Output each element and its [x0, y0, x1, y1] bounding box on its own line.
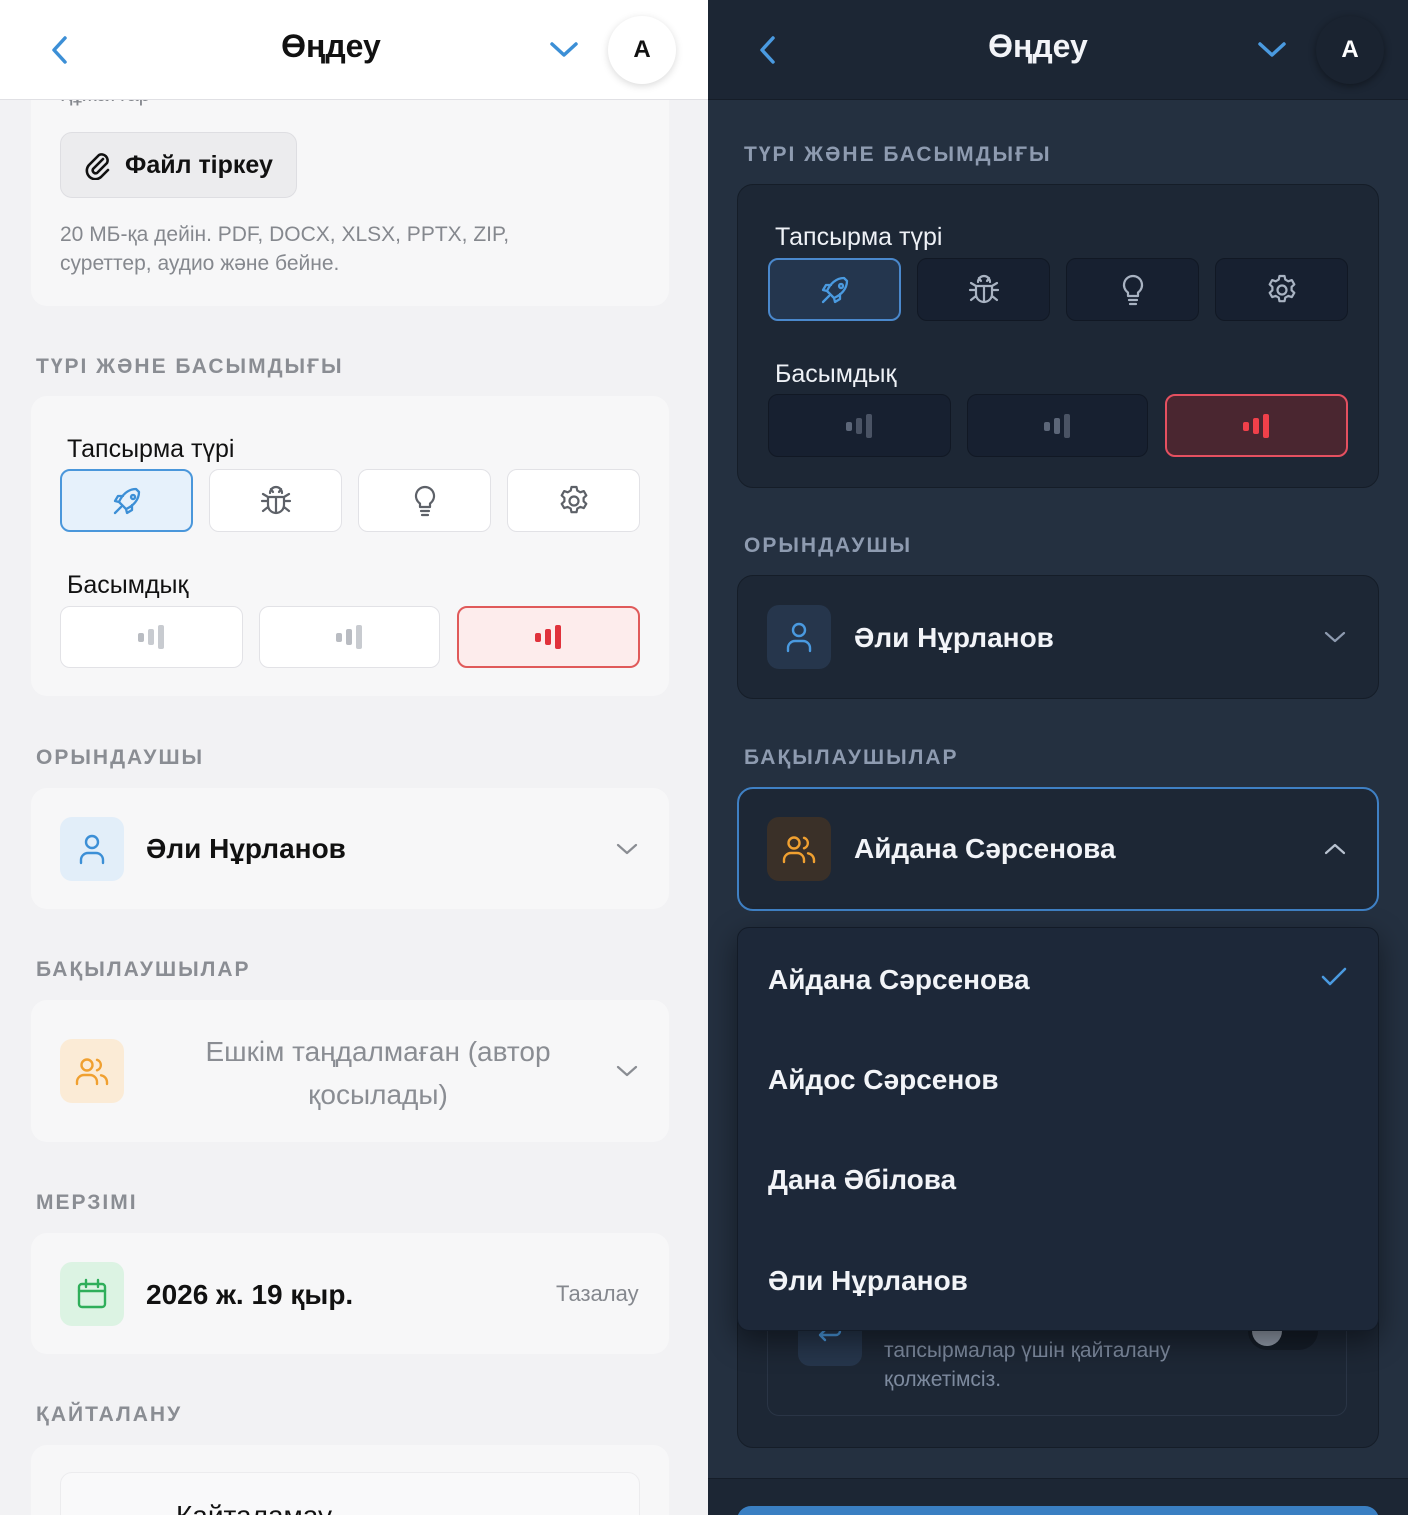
observers-icon-box	[60, 1039, 124, 1103]
observer-option-2[interactable]: Айдос Сәрсенов	[768, 1064, 999, 1096]
assignee-section-label: ОРЫНДАУШЫ	[36, 746, 205, 769]
chevron-up-icon	[1324, 843, 1346, 855]
collapse-button[interactable]	[546, 32, 582, 68]
task-type-settings[interactable]	[507, 469, 640, 532]
observer-option-4[interactable]: Әли Нұрланов	[768, 1265, 968, 1297]
task-type-idea[interactable]	[358, 469, 491, 532]
paperclip-icon	[85, 153, 110, 180]
assignee-section-label: ОРЫНДАУШЫ	[744, 534, 913, 557]
deadline-section-label: МЕРЗІМІ	[36, 1191, 138, 1214]
observers-chevron	[612, 1056, 642, 1086]
priority-low-icon	[845, 413, 872, 438]
priority-high-icon	[1242, 413, 1269, 438]
chevron-down-icon	[1258, 42, 1286, 57]
priority-medium[interactable]	[967, 394, 1148, 457]
users-icon	[782, 836, 816, 864]
check-icon	[1321, 967, 1347, 986]
task-type-label: Тапсырма түрі	[67, 435, 235, 463]
deadline-icon-box	[60, 1262, 124, 1326]
bug-icon	[260, 485, 291, 514]
assignee-chevron	[612, 834, 642, 864]
user-icon	[79, 834, 105, 865]
repeat-option-label: Қайталамау	[176, 1500, 332, 1515]
rocket-icon	[821, 276, 848, 303]
save-button[interactable]	[737, 1506, 1379, 1515]
priority-low[interactable]	[768, 394, 951, 457]
priority-high-icon	[534, 625, 561, 649]
observers-section-label: БАҚЫЛАУШЫЛАР	[744, 746, 959, 769]
task-type-bug[interactable]	[209, 469, 342, 532]
priority-high[interactable]	[1165, 394, 1348, 457]
chevron-down-icon	[1324, 631, 1346, 643]
priority-high[interactable]	[457, 606, 640, 668]
assignee-select[interactable]	[737, 575, 1379, 699]
user-icon	[786, 622, 812, 653]
repeat-disabled-hint: тапсырмалар үшін қайталану қолжетімсіз.	[884, 1339, 1171, 1391]
gear-icon	[1268, 274, 1295, 302]
gear-icon	[560, 485, 587, 513]
observers-chevron	[1320, 834, 1350, 864]
priority-medium[interactable]	[259, 606, 440, 668]
task-type-settings[interactable]	[1215, 258, 1348, 321]
priority-low[interactable]	[60, 606, 243, 668]
assignee-name: Әли Нұрланов	[146, 833, 346, 864]
users-icon	[75, 1058, 109, 1086]
avatar[interactable]: A	[1316, 16, 1384, 84]
chevron-down-icon	[616, 1065, 638, 1077]
deadline-date: 2026 ж. 19 қыр.	[146, 1279, 354, 1310]
type-priority-section-label: ТҮРІ ЖӘНЕ БАСЫМДЫҒЫ	[744, 143, 1052, 166]
attach-file-label: Файл тіркеу	[125, 150, 273, 179]
assignee-icon-box	[767, 605, 831, 669]
clear-deadline-button[interactable]: Тазалау	[556, 1281, 639, 1307]
observers-dropdown-list: Айдана Сәрсенова Айдос Сәрсенов Дана Әбі…	[737, 927, 1379, 1331]
header: Өңдеу A	[708, 0, 1408, 100]
task-type-bug[interactable]	[917, 258, 1050, 321]
rocket-icon	[113, 487, 140, 514]
repeat-section-label: ҚАЙТАЛАНУ	[36, 1403, 183, 1426]
light-edit-screen: Өңдеу A Құжаттар Файл тіркеу 20 МБ-қа де…	[0, 0, 708, 1515]
task-type-idea[interactable]	[1066, 258, 1199, 321]
observers-placeholder: Ешкім таңдалмаған (автор қосылады)	[205, 1036, 551, 1110]
page-title: Өңдеу	[988, 28, 1088, 64]
attach-file-button[interactable]: Файл тіркеу	[60, 132, 297, 198]
attachments-hint: 20 МБ-қа дейін. PDF, DOCX, XLSX, PPTX, Z…	[60, 223, 510, 275]
priority-medium-icon	[335, 625, 362, 649]
priority-low-icon	[137, 625, 164, 649]
repeat-option[interactable]	[60, 1472, 640, 1515]
calendar-icon	[77, 1278, 107, 1309]
task-type-feature[interactable]	[60, 469, 193, 532]
page-title: Өңдеу	[281, 28, 381, 64]
collapse-button[interactable]	[1254, 32, 1290, 68]
observer-option-1-check	[1320, 966, 1348, 993]
observer-option-1[interactable]: Айдана Сәрсенова	[768, 964, 1030, 996]
assignee-chevron	[1320, 622, 1350, 652]
observers-section-label: БАҚЫЛАУШЫЛАР	[36, 958, 251, 981]
task-type-feature[interactable]	[768, 258, 901, 321]
avatar[interactable]: A	[608, 16, 676, 84]
observer-option-3[interactable]: Дана Әбілова	[768, 1164, 956, 1196]
priority-label: Басымдық	[775, 360, 897, 388]
lightbulb-icon	[414, 485, 435, 516]
task-type-label: Тапсырма түрі	[775, 223, 943, 251]
assignee-icon-box	[60, 817, 124, 881]
observers-icon-box	[767, 817, 831, 881]
bug-icon	[968, 274, 999, 303]
chevron-down-icon	[550, 42, 578, 57]
header: Өңдеу A	[0, 0, 708, 100]
lightbulb-icon	[1122, 274, 1143, 305]
priority-label: Басымдық	[67, 571, 189, 599]
observers-selected-name: Айдана Сәрсенова	[854, 833, 1116, 864]
priority-medium-icon	[1043, 413, 1070, 438]
type-priority-section-label: ТҮРІ ЖӘНЕ БАСЫМДЫҒЫ	[36, 355, 344, 378]
assignee-select[interactable]	[31, 788, 669, 909]
chevron-down-icon	[616, 843, 638, 855]
assignee-name: Әли Нұрланов	[854, 622, 1054, 653]
